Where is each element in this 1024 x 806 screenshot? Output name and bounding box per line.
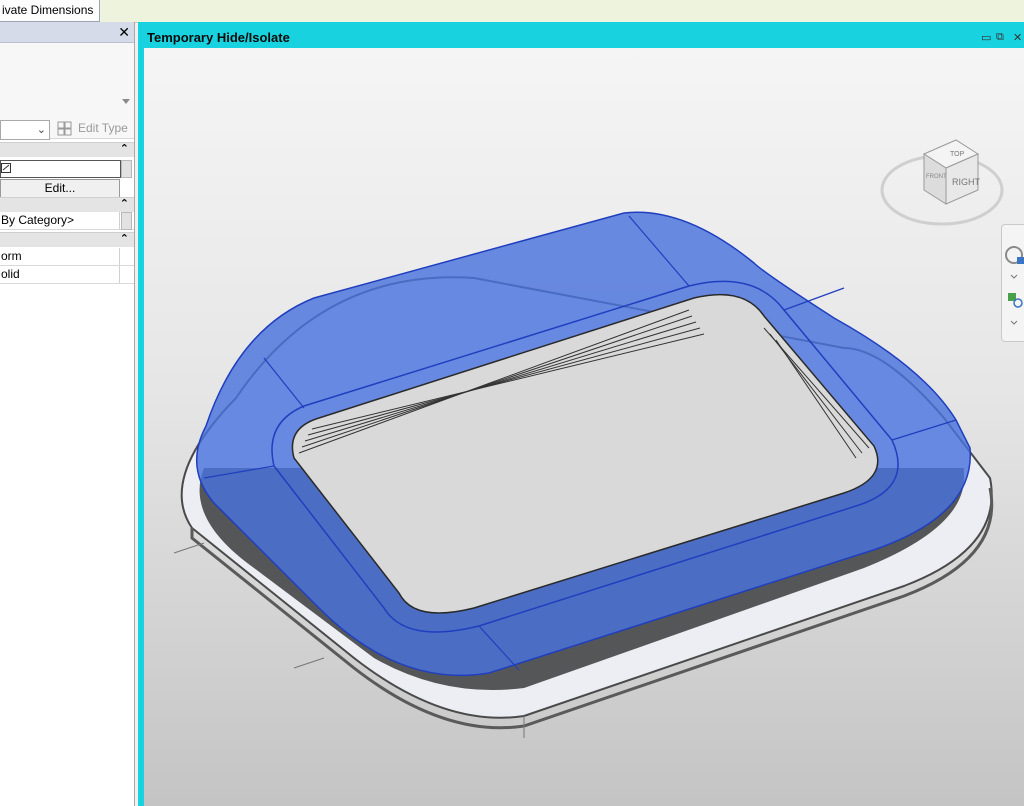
properties-title-bar: ✕	[0, 22, 134, 43]
drawing-area[interactable]: TOP RIGHT FRONT	[144, 48, 1024, 806]
type-dropdown-arrow-icon[interactable]	[122, 99, 130, 104]
checkbox-icon[interactable]	[1, 163, 11, 173]
property-row-solid[interactable]: olid	[0, 266, 134, 284]
collapse-icon[interactable]: ⌃	[120, 197, 129, 210]
minimize-icon[interactable]: ▭	[981, 31, 991, 44]
collapse-icon[interactable]: ⌃	[120, 142, 129, 155]
activate-dimensions-tab[interactable]: ivate Dimensions	[0, 0, 101, 22]
viewcube-front-label: FRONT	[926, 174, 947, 180]
section-header-graphics[interactable]: ⌃	[0, 142, 134, 157]
property-row-form[interactable]: orm	[0, 248, 134, 266]
filter-row: ⌄ Edit Type	[0, 117, 134, 141]
chevron-down-icon: ⌄	[36, 124, 46, 136]
visibility-override-field[interactable]	[0, 160, 121, 178]
viewcube-icon[interactable]: TOP RIGHT FRONT	[874, 128, 1004, 248]
ribbon-bar: ivate Dimensions	[0, 0, 1024, 23]
column-divider	[119, 248, 120, 265]
scroll-handle[interactable]	[121, 212, 132, 230]
property-value: orm	[1, 249, 22, 263]
edit-button[interactable]: Edit...	[0, 179, 120, 198]
close-icon[interactable]: ✕	[118, 23, 130, 41]
section-header-visibility[interactable]: ⌃	[0, 197, 134, 212]
visibility-row[interactable]: By Category>	[0, 212, 134, 230]
visibility-value: By Category>	[1, 213, 75, 227]
restore-icon[interactable]: ⧉	[996, 31, 1004, 44]
section-header-identity[interactable]: ⌃	[0, 232, 134, 247]
navigation-tools-icon[interactable]	[1002, 225, 1024, 341]
column-divider	[119, 212, 120, 229]
column-divider	[119, 266, 120, 283]
edit-type-button[interactable]: Edit Type	[78, 121, 128, 135]
navigation-bar	[1001, 224, 1024, 342]
instance-filter-select[interactable]: ⌄	[0, 120, 50, 140]
view-window: Temporary Hide/Isolate ▭ ⧉ ✕ TOP RIGHT F…	[138, 22, 1024, 806]
viewcube-top-label: TOP	[950, 151, 965, 158]
scroll-handle[interactable]	[121, 160, 132, 178]
edit-type-icon[interactable]	[57, 121, 72, 136]
temporary-hide-isolate-label: Temporary Hide/Isolate	[144, 28, 293, 48]
close-icon[interactable]: ✕	[1013, 31, 1022, 44]
properties-panel: ✕ ⌄ Edit Type ⌃ Edit... ⌃ By Category> ⌃…	[0, 22, 135, 806]
viewcube-right-label: RIGHT	[952, 177, 981, 187]
property-value: olid	[1, 267, 20, 281]
collapse-icon[interactable]: ⌃	[120, 232, 129, 245]
